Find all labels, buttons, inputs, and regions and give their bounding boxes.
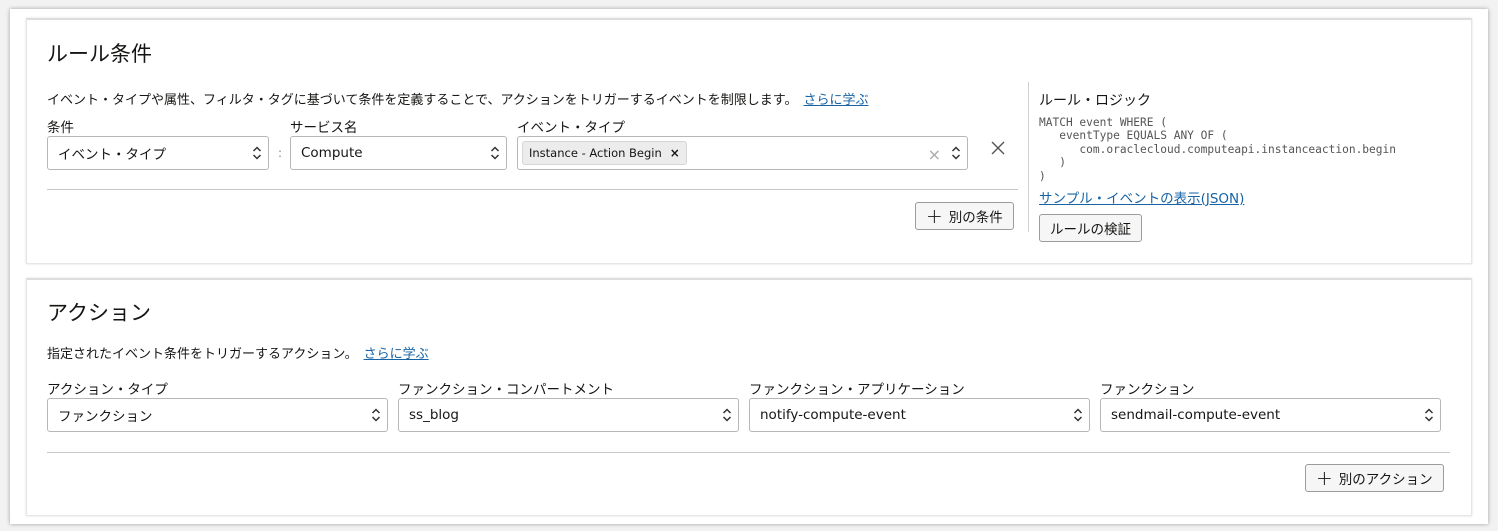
- rule-conditions-panel: ルール条件 イベント・タイプや属性、フィルタ・タグに基づいて条件を定義することで…: [26, 18, 1472, 264]
- learn-more-link[interactable]: さらに学ぶ: [804, 93, 869, 108]
- function-select[interactable]: sendmail-compute-event: [1100, 398, 1441, 432]
- event-type-select[interactable]: Instance - Action Begin × ×: [517, 136, 968, 170]
- chevron-updown-icon: [490, 146, 500, 160]
- validate-rule-button[interactable]: ルールの検証: [1039, 214, 1142, 242]
- chevron-updown-icon: [1073, 408, 1083, 422]
- action-type-value: ファンクション: [58, 409, 153, 425]
- service-label: サービス名: [290, 120, 358, 136]
- add-condition-button[interactable]: + 別の条件: [915, 202, 1014, 230]
- actions-description: 指定されたイベント条件をトリガーするアクション。 さらに学ぶ: [47, 347, 429, 362]
- chip-remove-icon[interactable]: ×: [670, 146, 680, 160]
- function-label: ファンクション: [1100, 382, 1195, 398]
- compartment-label: ファンクション・コンパートメント: [398, 382, 614, 398]
- event-type-chip: Instance - Action Begin ×: [522, 141, 687, 165]
- action-type-select[interactable]: ファンクション: [47, 398, 388, 432]
- condition-divider: [47, 189, 1018, 190]
- rule-conditions-title: ルール条件: [47, 42, 152, 66]
- chevron-updown-icon: [722, 408, 732, 422]
- rule-logic-title: ルール・ロジック: [1039, 93, 1151, 109]
- colon-separator: :: [278, 146, 283, 160]
- plus-icon: +: [926, 204, 943, 228]
- actions-title: アクション: [47, 301, 151, 325]
- function-value: sendmail-compute-event: [1111, 407, 1281, 423]
- actions-panel: アクション 指定されたイベント条件をトリガーするアクション。 さらに学ぶ アクショ…: [26, 278, 1472, 516]
- service-value: Compute: [301, 145, 363, 161]
- compartment-value: ss_blog: [409, 407, 459, 423]
- chevron-updown-icon: [951, 146, 961, 160]
- condition-select[interactable]: イベント・タイプ: [47, 136, 269, 170]
- service-select[interactable]: Compute: [290, 136, 507, 170]
- rule-logic-code: MATCH event WHERE ( eventType EQUALS ANY…: [1039, 116, 1396, 183]
- application-select[interactable]: notify-compute-event: [749, 398, 1090, 432]
- application-value: notify-compute-event: [760, 407, 906, 423]
- plus-icon: +: [1316, 466, 1333, 490]
- chevron-updown-icon: [252, 146, 262, 160]
- condition-label: 条件: [47, 120, 74, 136]
- compartment-select[interactable]: ss_blog: [398, 398, 739, 432]
- clear-icon[interactable]: ×: [928, 145, 941, 164]
- learn-more-link[interactable]: さらに学ぶ: [364, 347, 429, 362]
- add-action-button[interactable]: + 別のアクション: [1305, 464, 1444, 492]
- chevron-updown-icon: [1424, 408, 1434, 422]
- vertical-divider: [1028, 82, 1029, 232]
- action-type-label: アクション・タイプ: [47, 382, 168, 398]
- sample-event-link[interactable]: サンプル・イベントの表示(JSON): [1039, 187, 1244, 207]
- event-type-label: イベント・タイプ: [517, 120, 625, 136]
- condition-value: イベント・タイプ: [58, 147, 166, 163]
- application-label: ファンクション・アプリケーション: [749, 382, 965, 398]
- rule-conditions-description: イベント・タイプや属性、フィルタ・タグに基づいて条件を定義することで、アクション…: [47, 93, 869, 108]
- remove-condition-icon[interactable]: [990, 140, 1006, 156]
- chevron-updown-icon: [371, 408, 381, 422]
- action-divider: [47, 452, 1450, 453]
